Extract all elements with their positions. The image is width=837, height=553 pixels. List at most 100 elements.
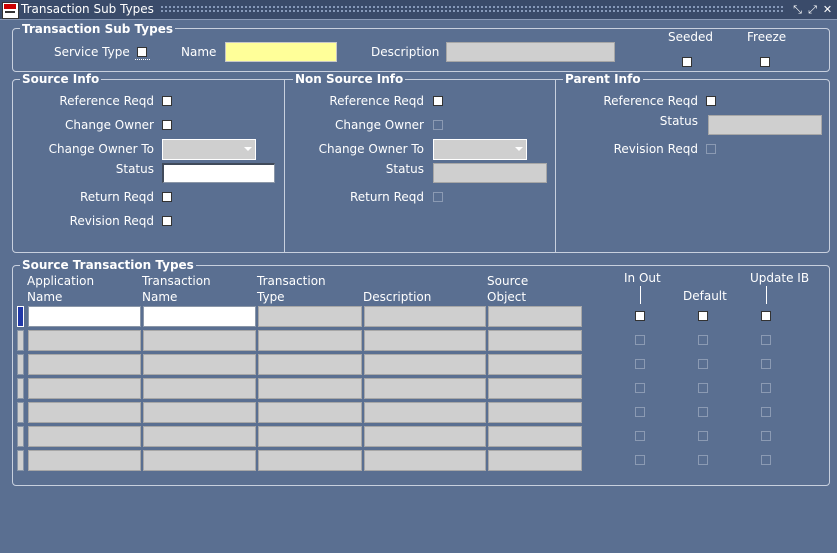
description-cell[interactable] — [364, 450, 486, 471]
par-status-input[interactable] — [708, 115, 822, 135]
update-ib-checkbox[interactable] — [761, 455, 771, 465]
default-checkbox[interactable] — [698, 311, 708, 321]
nsrc-change-owner-to-label: Change Owner To — [318, 142, 424, 156]
in-out-checkbox[interactable] — [635, 455, 645, 465]
update-ib-checkbox[interactable] — [761, 335, 771, 345]
src-revision-reqd-checkbox[interactable] — [162, 216, 172, 226]
nsrc-change-owner-to-select[interactable] — [433, 139, 527, 160]
src-return-reqd-checkbox[interactable] — [162, 192, 172, 202]
nsrc-status-input[interactable] — [433, 163, 547, 183]
nsrc-reference-reqd-checkbox[interactable] — [433, 96, 443, 106]
source-object-cell[interactable] — [488, 402, 582, 423]
application-name-cell[interactable] — [28, 378, 141, 399]
src-status-input[interactable] — [162, 163, 275, 183]
application-name-cell[interactable] — [28, 330, 141, 351]
application-name-cell[interactable] — [28, 306, 141, 327]
transaction-type-cell[interactable] — [258, 378, 362, 399]
src-return-reqd-label: Return Reqd — [79, 190, 154, 204]
application-name-cell[interactable] — [28, 426, 141, 447]
par-reference-reqd-checkbox[interactable] — [706, 96, 716, 106]
update-ib-checkbox[interactable] — [761, 359, 771, 369]
seeded-label: Seeded — [668, 30, 713, 44]
description-cell[interactable] — [364, 330, 486, 351]
nsrc-return-reqd-checkbox[interactable] — [433, 192, 443, 202]
in-out-checkbox[interactable] — [635, 311, 645, 321]
description-cell[interactable] — [364, 306, 486, 327]
transaction-type-cell[interactable] — [258, 426, 362, 447]
description-cell[interactable] — [364, 378, 486, 399]
row-selector[interactable] — [17, 330, 24, 351]
application-name-cell[interactable] — [28, 402, 141, 423]
in-out-checkbox[interactable] — [635, 383, 645, 393]
transaction-type-cell[interactable] — [258, 330, 362, 351]
transaction-name-cell[interactable] — [143, 450, 256, 471]
chevron-down-icon — [515, 147, 523, 151]
par-revision-reqd-checkbox[interactable] — [706, 144, 716, 154]
in-out-checkbox[interactable] — [635, 335, 645, 345]
default-checkbox[interactable] — [698, 431, 708, 441]
freeze-checkbox[interactable] — [760, 57, 770, 67]
source-txn-types-title: Source Transaction Types — [20, 258, 196, 272]
nsrc-status-label: Status — [385, 162, 424, 176]
separator — [555, 80, 556, 252]
source-object-cell[interactable] — [488, 450, 582, 471]
update-ib-checkbox[interactable] — [761, 431, 771, 441]
transaction-name-cell[interactable] — [143, 330, 256, 351]
update-ib-checkbox[interactable] — [761, 311, 771, 321]
src-change-owner-checkbox[interactable] — [162, 120, 172, 130]
transaction-type-cell[interactable] — [258, 450, 362, 471]
source-object-cell[interactable] — [488, 306, 582, 327]
in-out-checkbox[interactable] — [635, 359, 645, 369]
transaction-name-cell[interactable] — [143, 426, 256, 447]
row-selector[interactable] — [17, 306, 24, 327]
row-selector[interactable] — [17, 402, 24, 423]
application-name-cell[interactable] — [28, 450, 141, 471]
transaction-name-cell[interactable] — [143, 402, 256, 423]
name-input[interactable] — [225, 42, 337, 62]
default-checkbox[interactable] — [698, 407, 708, 417]
seeded-checkbox[interactable] — [682, 57, 692, 67]
transaction-type-cell[interactable] — [258, 354, 362, 375]
src-status-label: Status — [115, 162, 154, 176]
col-header-application-name: Application Name — [27, 274, 95, 304]
transaction-type-cell[interactable] — [258, 306, 362, 327]
par-reference-reqd-label: Reference Reqd — [603, 94, 698, 108]
minimize-icon[interactable]: ⤡ — [791, 3, 804, 16]
transaction-name-cell[interactable] — [143, 378, 256, 399]
close-icon[interactable]: ✕ — [821, 3, 834, 16]
update-ib-checkbox[interactable] — [761, 407, 771, 417]
default-checkbox[interactable] — [698, 335, 708, 345]
transaction-type-cell[interactable] — [258, 402, 362, 423]
col-header-source-object: Source Object — [487, 274, 529, 304]
description-input[interactable] — [446, 42, 615, 62]
src-change-owner-to-select[interactable] — [162, 139, 256, 160]
default-checkbox[interactable] — [698, 455, 708, 465]
default-checkbox[interactable] — [698, 359, 708, 369]
application-name-cell[interactable] — [28, 354, 141, 375]
transaction-name-cell[interactable] — [143, 306, 256, 327]
titlebar-grip[interactable] — [160, 5, 785, 14]
source-object-cell[interactable] — [488, 330, 582, 351]
description-cell[interactable] — [364, 354, 486, 375]
source-object-cell[interactable] — [488, 378, 582, 399]
default-checkbox[interactable] — [698, 383, 708, 393]
in-out-checkbox[interactable] — [635, 407, 645, 417]
transaction-name-cell[interactable] — [143, 354, 256, 375]
source-object-cell[interactable] — [488, 426, 582, 447]
maximize-icon[interactable]: ⤢ — [806, 3, 819, 16]
col-header-update-ib: Update IB — [750, 271, 810, 285]
src-reference-reqd-checkbox[interactable] — [162, 96, 172, 106]
description-cell[interactable] — [364, 426, 486, 447]
row-selector[interactable] — [17, 426, 24, 447]
row-selector[interactable] — [17, 450, 24, 471]
service-type-checkbox[interactable] — [137, 47, 147, 57]
non-source-info-title: Non Source Info — [293, 72, 406, 86]
row-selector[interactable] — [17, 354, 24, 375]
description-cell[interactable] — [364, 402, 486, 423]
row-selector[interactable] — [17, 378, 24, 399]
update-ib-checkbox[interactable] — [761, 383, 771, 393]
source-object-cell[interactable] — [488, 354, 582, 375]
nsrc-change-owner-checkbox[interactable] — [433, 120, 443, 130]
chevron-down-icon — [244, 147, 252, 151]
in-out-checkbox[interactable] — [635, 431, 645, 441]
